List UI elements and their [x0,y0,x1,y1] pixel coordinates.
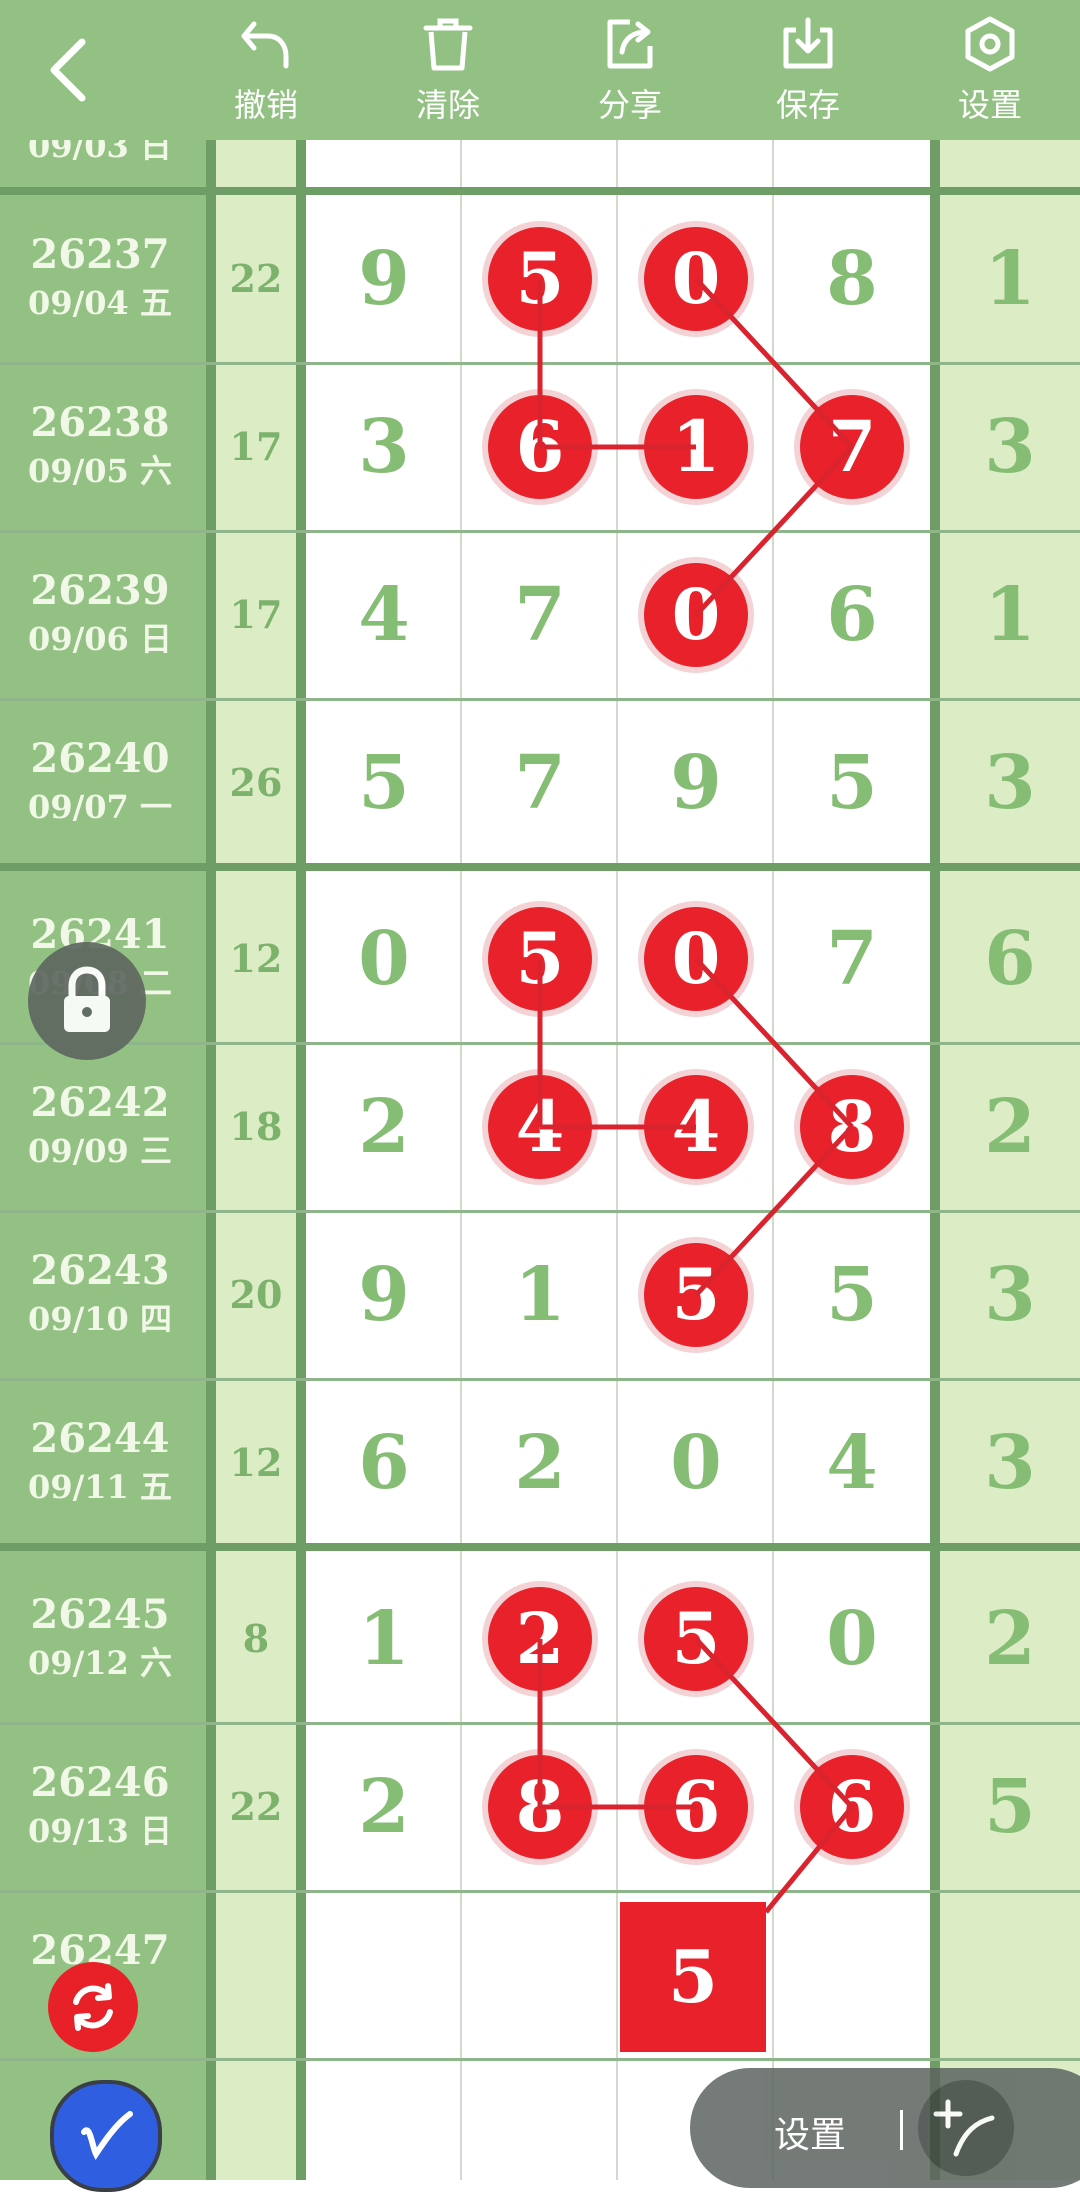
prediction-value: 5 [667,1934,719,2019]
refresh-icon [73,1983,113,2031]
bottom-toolbar-pill: 设置 [690,2068,1080,2188]
top-toolbar: 撤销 清除 分享 保存 设置 [0,0,1080,140]
lock-icon [64,966,110,1032]
pen-button[interactable] [50,2080,162,2192]
settings-label: 设置 [957,86,1022,124]
chevron-left-icon[interactable] [40,30,100,110]
connector-line [694,1637,854,1809]
lock-button[interactable] [28,942,146,1060]
add-line-button[interactable] [918,2080,1014,2176]
trash-icon [423,18,473,71]
pen-icon [81,2111,133,2160]
refresh-button[interactable] [48,1962,138,2052]
share-label: 分享 [597,86,662,124]
clear-button[interactable]: 清除 [388,14,508,129]
clear-label: 清除 [415,86,480,124]
pill-divider [900,2110,903,2150]
trend-chart-grid: 09/03 日 26237 09/04 五 22 9 5 0 8 1 26238 09/05 六1… [0,127,1080,2180]
connector-line [694,957,854,1129]
settings-hexagon-icon [965,16,1015,72]
prediction-box[interactable]: 5 [620,1902,766,2052]
connector-line [694,277,854,449]
pill-settings-label[interactable]: 设置 [774,2106,846,2158]
undo-label: 撤销 [233,86,298,124]
add-line-icon [933,2099,995,2157]
undo-button[interactable]: 撤销 [206,14,326,129]
save-label: 保存 [775,86,840,124]
save-button[interactable]: 保存 [748,14,868,129]
settings-button[interactable]: 设置 [930,14,1050,129]
connector-line [694,445,854,617]
connector-lines [537,277,854,1914]
connector-line [764,1805,854,1914]
download-icon [783,17,833,69]
share-button[interactable]: 分享 [570,14,690,129]
undo-icon [241,21,289,69]
share-icon [607,19,653,69]
connector-line [694,1125,854,1297]
